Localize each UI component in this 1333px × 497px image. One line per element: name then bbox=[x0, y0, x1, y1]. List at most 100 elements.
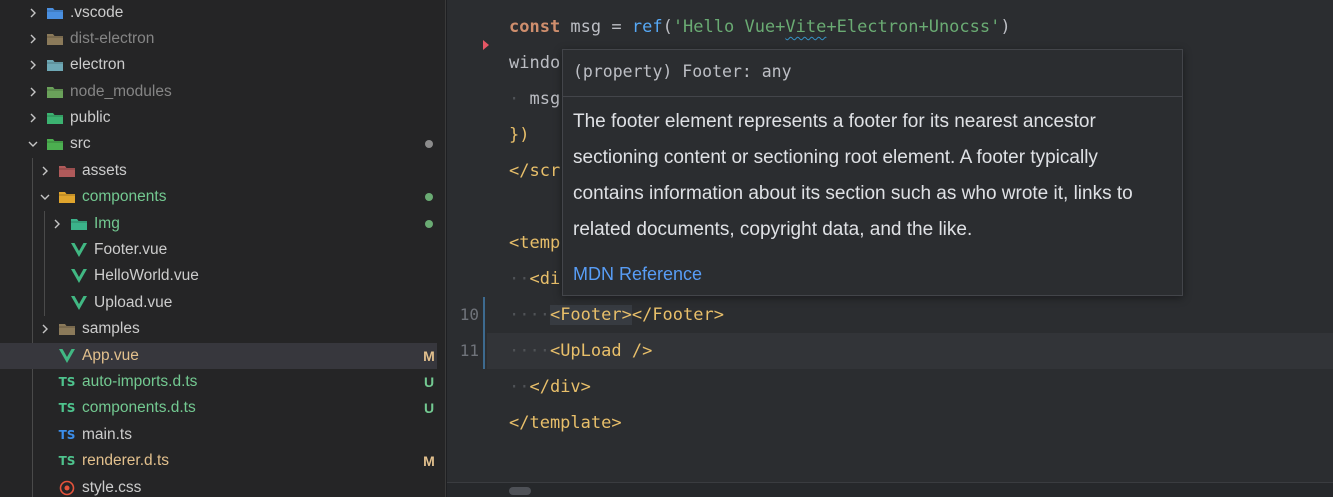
tree-item-electron[interactable]: electron bbox=[8, 52, 445, 78]
typo-squiggle-word[interactable]: Vite bbox=[785, 17, 826, 37]
assets-folder-icon bbox=[58, 162, 76, 180]
window-fragment: windo bbox=[509, 53, 561, 73]
code-line-template-open[interactable]: <temp bbox=[509, 225, 560, 261]
footer-close-tag[interactable]: </Footer> bbox=[632, 305, 724, 325]
indent-dots: ···· bbox=[509, 341, 550, 361]
scrollbar-thumb[interactable] bbox=[509, 487, 531, 495]
chevron-right-icon[interactable] bbox=[26, 6, 40, 20]
image-folder-icon bbox=[70, 215, 88, 233]
tree-item-label: components.d.ts bbox=[82, 399, 196, 416]
tree-item-app-vue[interactable]: App.vue M bbox=[0, 343, 437, 369]
chevron-right-icon[interactable] bbox=[26, 58, 40, 72]
tree-item-renderer-d-ts[interactable]: TS renderer.d.ts M bbox=[8, 448, 445, 474]
tree-item-node-modules[interactable]: node_modules bbox=[8, 79, 445, 105]
code-line-window[interactable]: windo bbox=[509, 45, 560, 81]
tree-item-label: components bbox=[82, 188, 167, 205]
git-status-badge: U bbox=[423, 400, 435, 416]
code-line-template-close[interactable]: </template> bbox=[509, 405, 622, 441]
tooltip-description: The footer element represents a footer f… bbox=[573, 108, 1173, 252]
tree-item-label: node_modules bbox=[70, 83, 172, 100]
indent-dots: ···· bbox=[509, 305, 550, 325]
tooltip-doc-line: The footer element represents a footer f… bbox=[573, 111, 1096, 132]
vue-file-icon bbox=[70, 294, 88, 312]
chevron-right-icon[interactable] bbox=[26, 32, 40, 46]
string-literal: 'Hello Vue+ bbox=[672, 17, 786, 37]
tree-item-label: main.ts bbox=[82, 426, 132, 443]
tree-item-label: Footer.vue bbox=[94, 241, 168, 258]
chevron-down-icon[interactable] bbox=[38, 190, 52, 204]
msg-fragment: msg bbox=[529, 89, 561, 109]
components-folder-icon bbox=[58, 188, 76, 206]
paren-open: ( bbox=[662, 17, 673, 37]
tree-item-samples[interactable]: samples bbox=[8, 316, 445, 342]
footer-open-tag[interactable]: <Footer> bbox=[549, 305, 632, 325]
tree-item-public[interactable]: public bbox=[8, 105, 445, 131]
vscode-folder-icon bbox=[46, 4, 64, 22]
css-file-icon bbox=[58, 479, 76, 497]
code-line-close-brace[interactable]: }) bbox=[509, 117, 529, 153]
chevron-right-icon[interactable] bbox=[38, 164, 52, 178]
upload-tag[interactable]: <UpLoad /> bbox=[550, 341, 652, 361]
tooltip-doc-line: related documents, copyright data, and t… bbox=[573, 219, 973, 240]
tree-item-style-css[interactable]: style.css bbox=[8, 475, 445, 497]
chevron-right-icon[interactable] bbox=[50, 217, 64, 231]
keyword-const: const bbox=[509, 17, 561, 37]
code-line-const-msg[interactable]: const msg = ref('Hello Vue+Vite+Electron… bbox=[509, 9, 1011, 45]
ref-function: ref bbox=[631, 17, 663, 37]
error-gutter-marker[interactable] bbox=[483, 40, 489, 50]
tree-item-label: public bbox=[70, 109, 111, 126]
tree-item-components[interactable]: components bbox=[8, 184, 445, 210]
tree-item-label: renderer.d.ts bbox=[82, 452, 170, 469]
ts-file-icon: TS bbox=[58, 454, 76, 468]
ts-file-icon: TS bbox=[58, 375, 76, 389]
template-open-fragment: <temp bbox=[509, 233, 561, 253]
chevron-down-icon[interactable] bbox=[26, 137, 40, 151]
ts-file-icon: TS bbox=[58, 428, 76, 442]
quick-documentation-popup: (property) Footer: any The footer elemen… bbox=[562, 49, 1183, 296]
indent-dots: · bbox=[509, 89, 520, 109]
vue-file-icon bbox=[70, 267, 88, 285]
tree-item-src[interactable]: src bbox=[8, 131, 445, 157]
vcs-change-marker[interactable] bbox=[483, 297, 485, 369]
tree-item-label: src bbox=[70, 135, 91, 152]
script-close-fragment: </scr bbox=[509, 161, 561, 181]
code-line-msg[interactable]: · msg bbox=[509, 81, 560, 117]
horizontal-scrollbar[interactable] bbox=[447, 482, 1333, 497]
chevron-right-icon[interactable] bbox=[38, 322, 52, 336]
code-line-footer[interactable]: ····<Footer></Footer> bbox=[509, 297, 724, 333]
folder-icon bbox=[46, 30, 64, 48]
tree-item-dist-electron[interactable]: dist-electron bbox=[8, 26, 445, 52]
code-line-script-close[interactable]: </scr bbox=[509, 153, 560, 189]
tooltip-signature: (property) Footer: any bbox=[573, 62, 792, 81]
folder-icon bbox=[58, 320, 76, 338]
chevron-right-icon[interactable] bbox=[26, 85, 40, 99]
tree-item-label: HelloWorld.vue bbox=[94, 267, 199, 284]
tree-item-main-ts[interactable]: TS main.ts bbox=[8, 422, 445, 448]
tree-item-label: dist-electron bbox=[70, 30, 155, 47]
git-status-badge: M bbox=[423, 453, 435, 469]
string-literal-rest: +Electron+Unocss' bbox=[826, 17, 1001, 37]
tooltip-doc-line: sectioning content or sectioning root el… bbox=[573, 147, 1098, 168]
tree-item-upload-vue[interactable]: Upload.vue bbox=[8, 290, 445, 316]
electron-folder-icon bbox=[46, 56, 64, 74]
msg-declaration: msg = bbox=[560, 17, 632, 37]
tree-item-vscode[interactable]: .vscode bbox=[8, 0, 445, 26]
tree-item-label: style.css bbox=[82, 479, 142, 496]
code-line-upload[interactable]: ····<UpLoad /> bbox=[509, 333, 652, 369]
code-line-div-open[interactable]: ··<di bbox=[509, 261, 560, 297]
tooltip-doc-line: contains information about its section s… bbox=[573, 183, 1133, 204]
tree-item-helloworld-vue[interactable]: HelloWorld.vue bbox=[8, 263, 445, 289]
tree-item-components-d-ts[interactable]: TS components.d.ts U bbox=[8, 395, 445, 421]
tree-item-auto-imports-d-ts[interactable]: TS auto-imports.d.ts U bbox=[8, 369, 445, 395]
code-line-div-close[interactable]: ··</div> bbox=[509, 369, 591, 405]
public-folder-icon bbox=[46, 109, 64, 127]
mdn-reference-link[interactable]: MDN Reference bbox=[573, 264, 702, 285]
close-brace: }) bbox=[509, 125, 530, 145]
ts-file-icon: TS bbox=[58, 401, 76, 415]
tree-item-assets[interactable]: assets bbox=[8, 158, 445, 184]
indent-dots: ·· bbox=[509, 377, 530, 397]
tree-item-label: electron bbox=[70, 56, 126, 73]
chevron-right-icon[interactable] bbox=[26, 111, 40, 125]
tree-item-footer-vue[interactable]: Footer.vue bbox=[8, 237, 445, 263]
tree-item-img[interactable]: Img bbox=[8, 211, 445, 237]
